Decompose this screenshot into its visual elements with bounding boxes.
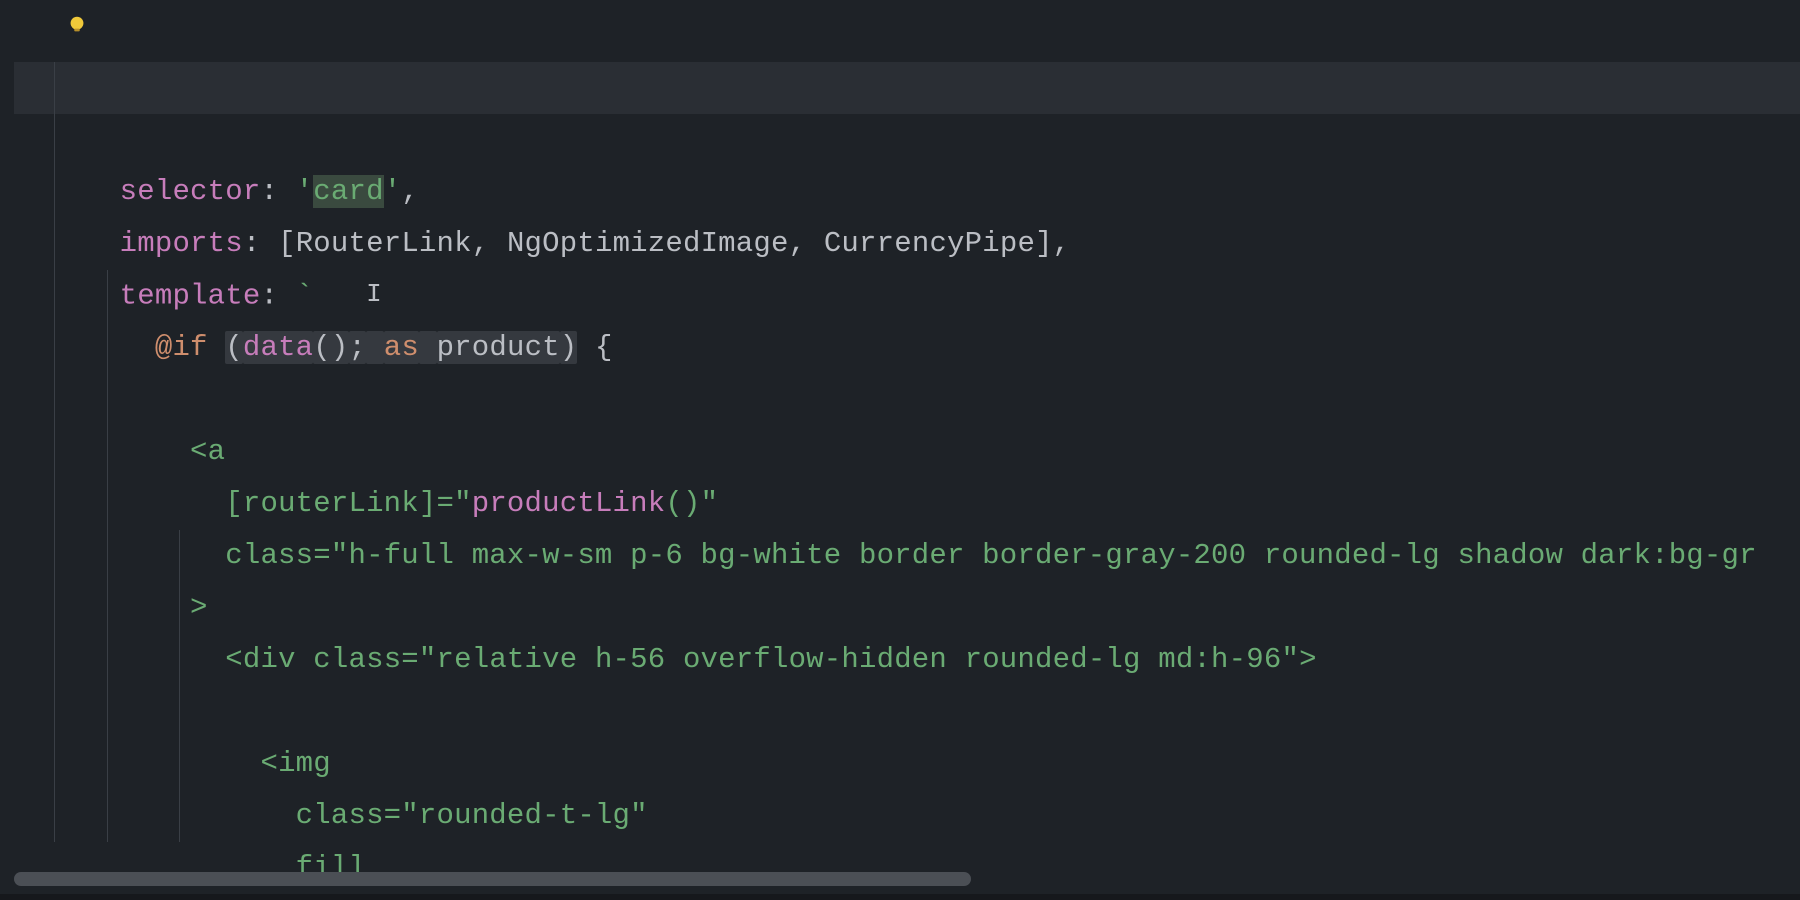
code-line[interactable]: [ngSrc]="product.thumbnail" [14, 738, 1800, 790]
code-line[interactable]: > [14, 426, 1800, 478]
code-line[interactable]: class="h-full max-w-sm p-6 bg-white bord… [14, 374, 1800, 426]
code-line[interactable]: <a [14, 270, 1800, 322]
code-line[interactable]: <img [14, 530, 1800, 582]
code-line[interactable]: imports: [RouterLink, NgOptimizedImage, … [14, 114, 1800, 166]
scrollbar-thumb[interactable] [14, 872, 971, 886]
status-bar [0, 894, 1800, 900]
code-line[interactable]: priority [14, 686, 1800, 738]
code-line[interactable]: template: ` I [14, 166, 1800, 218]
code-line[interactable]: @if (data(); as product) { [14, 218, 1800, 270]
code-line[interactable]: selector: 'card', [14, 62, 1800, 114]
code-line[interactable]: [attr.alt]="productAltText()" [14, 790, 1800, 842]
code-line[interactable]: <div class="relative h-56 overflow-hidde… [14, 478, 1800, 530]
code-line[interactable]: @Component({ [14, 10, 1800, 62]
code-line[interactable]: [routerLink]="productLink()" [14, 322, 1800, 374]
horizontal-scrollbar[interactable] [14, 872, 1786, 886]
code-editor[interactable]: @Component({ selector: 'card', imports: … [0, 0, 1800, 900]
code-line[interactable]: class="rounded-t-lg" [14, 582, 1800, 634]
code-line[interactable]: fill [14, 634, 1800, 686]
